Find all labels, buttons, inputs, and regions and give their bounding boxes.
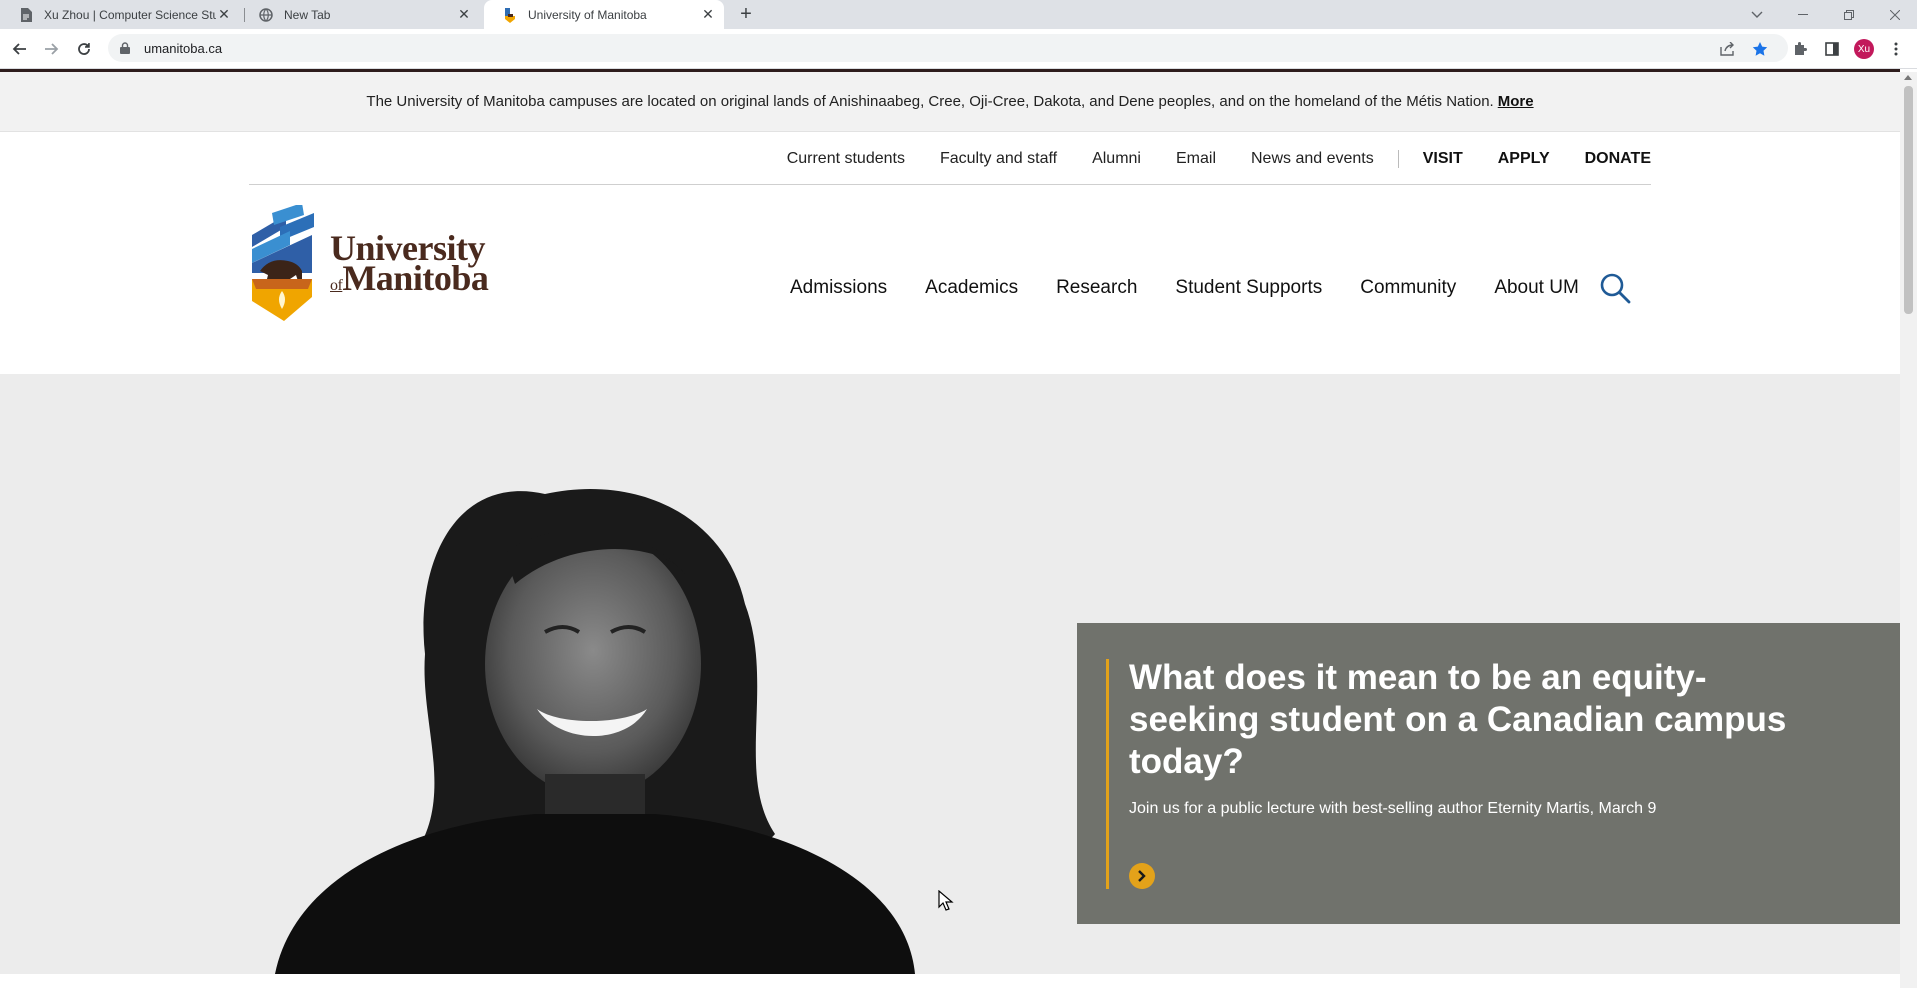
visit-link[interactable]: VISIT — [1423, 150, 1463, 168]
land-acknowledgement-banner: The University of Manitoba campuses are … — [0, 72, 1900, 132]
main-nav: Admissions Academics Research Student Su… — [790, 268, 1633, 308]
utility-link-current-students[interactable]: Current students — [787, 150, 905, 168]
back-icon[interactable] — [8, 37, 32, 61]
globe-icon — [258, 7, 274, 23]
browser-toolbar: umanitoba.ca Xu — [0, 29, 1917, 69]
um-favicon-icon — [502, 7, 518, 23]
search-icon[interactable] — [1597, 270, 1633, 306]
utility-link-faculty-and-staff[interactable]: Faculty and staff — [940, 150, 1057, 168]
forward-icon[interactable] — [39, 37, 63, 61]
utility-link-news-and-events[interactable]: News and events — [1251, 150, 1374, 168]
tab-title: Xu Zhou | Computer Science Stu — [44, 7, 216, 22]
tab-university-of-manitoba[interactable]: University of Manitoba ✕ — [484, 0, 724, 29]
nav-admissions[interactable]: Admissions — [790, 277, 887, 299]
profile-avatar[interactable]: Xu — [1854, 39, 1874, 59]
close-window-icon[interactable] — [1873, 0, 1917, 29]
url-text: umanitoba.ca — [144, 40, 223, 56]
hero-portrait-image — [275, 488, 915, 974]
extensions-icon[interactable] — [1788, 37, 1812, 61]
scrollbar-thumb[interactable] — [1904, 86, 1913, 314]
chevron-right-icon[interactable] — [1129, 863, 1155, 889]
page-scrollbar[interactable] — [1900, 72, 1917, 988]
lock-icon[interactable] — [118, 41, 132, 55]
scroll-up-arrow-icon[interactable] — [1904, 75, 1912, 80]
hero-callout: What does it mean to be an equity-seekin… — [1077, 623, 1901, 924]
utility-divider — [1397, 149, 1399, 168]
share-icon[interactable] — [1716, 37, 1740, 61]
tab-title: New Tab — [284, 7, 331, 22]
close-tab-icon[interactable]: ✕ — [216, 6, 232, 23]
minimize-icon[interactable] — [1781, 0, 1825, 29]
mouse-cursor-icon — [938, 890, 954, 911]
crest-icon — [252, 205, 314, 321]
nav-community[interactable]: Community — [1360, 277, 1456, 299]
nav-research[interactable]: Research — [1056, 277, 1137, 299]
land-acknowledgement-more-link[interactable]: More — [1498, 93, 1534, 110]
university-logo[interactable]: University ofManitoba — [250, 205, 510, 325]
nav-about-um[interactable]: About UM — [1494, 277, 1578, 299]
tab-search-icon[interactable] — [1735, 0, 1779, 29]
logo-line-manitoba: Manitoba — [342, 258, 489, 298]
new-tab-button[interactable]: + — [736, 4, 756, 24]
close-tab-icon[interactable]: ✕ — [456, 6, 472, 23]
reload-icon[interactable] — [72, 37, 96, 61]
nav-student-supports[interactable]: Student Supports — [1175, 277, 1322, 299]
utility-link-email[interactable]: Email — [1176, 150, 1216, 168]
callout-accent-bar — [1106, 659, 1109, 889]
restore-icon[interactable] — [1827, 0, 1871, 29]
tab-xu-zhou[interactable]: Xu Zhou | Computer Science Stu ✕ — [0, 0, 240, 29]
hero-description: Join us for a public lecture with best-s… — [1129, 800, 1657, 817]
donate-link[interactable]: DONATE — [1585, 150, 1651, 168]
menu-icon[interactable] — [1884, 37, 1908, 61]
hero-headline[interactable]: What does it mean to be an equity-seekin… — [1129, 657, 1809, 783]
tab-title: University of Manitoba — [528, 7, 647, 22]
browser-tab-strip: Xu Zhou | Computer Science Stu ✕ New Tab… — [0, 0, 1917, 29]
side-panel-icon[interactable] — [1820, 37, 1844, 61]
close-tab-icon[interactable]: ✕ — [700, 6, 716, 23]
land-acknowledgement-text: The University of Manitoba campuses are … — [366, 93, 1494, 110]
logo-of: of — [330, 277, 343, 294]
nav-academics[interactable]: Academics — [925, 277, 1018, 299]
apply-link[interactable]: APPLY — [1498, 150, 1550, 168]
address-bar[interactable]: umanitoba.ca — [108, 34, 1788, 62]
utility-nav: Current students Faculty and staff Alumn… — [249, 133, 1651, 185]
utility-link-alumni[interactable]: Alumni — [1092, 150, 1141, 168]
document-icon — [18, 7, 34, 23]
tab-new-tab[interactable]: New Tab ✕ — [240, 0, 480, 29]
logo-wordmark: University ofManitoba — [330, 230, 489, 301]
star-icon[interactable] — [1748, 37, 1772, 61]
